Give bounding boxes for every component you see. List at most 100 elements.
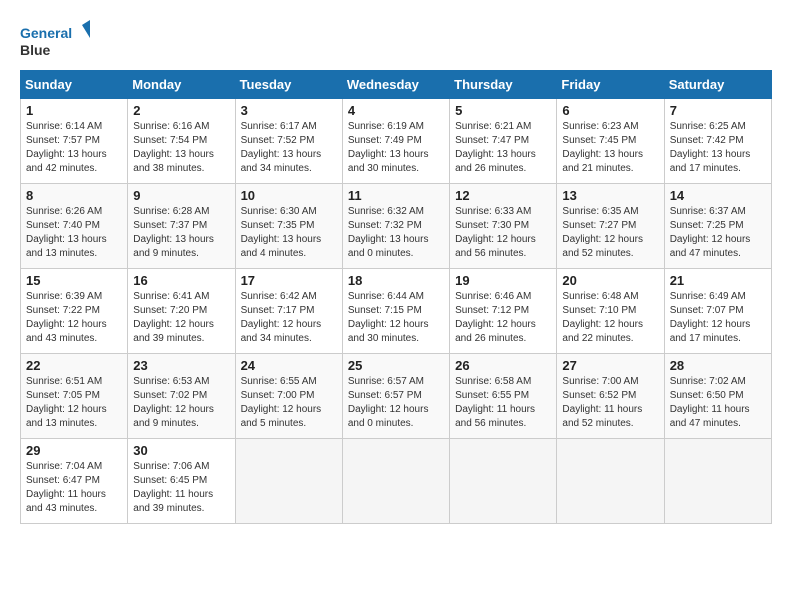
day-number: 23 <box>133 358 229 373</box>
week-row-1: 1 Sunrise: 6:14 AM Sunset: 7:57 PM Daylig… <box>21 99 772 184</box>
week-row-5: 29Sunrise: 7:04 AM Sunset: 6:47 PM Dayli… <box>21 439 772 524</box>
day-number: 27 <box>562 358 658 373</box>
day-number: 14 <box>670 188 766 203</box>
page-header: General Blue <box>20 20 772 60</box>
day-number: 15 <box>26 273 122 288</box>
day-info: Sunrise: 6:53 AM Sunset: 7:02 PM Dayligh… <box>133 375 229 431</box>
day-number: 19 <box>455 273 551 288</box>
day-number: 10 <box>241 188 337 203</box>
day-info: Sunrise: 6:51 AM Sunset: 7:05 PM Dayligh… <box>26 375 122 431</box>
day-info: Sunrise: 6:26 AM Sunset: 7:40 PM Dayligh… <box>26 205 122 261</box>
calendar-cell: 7 Sunrise: 6:25 AM Sunset: 7:42 PM Daylig… <box>664 99 771 184</box>
logo: General Blue <box>20 20 90 60</box>
day-number: 24 <box>241 358 337 373</box>
weekday-header-monday: Monday <box>128 71 235 99</box>
day-number: 6 <box>562 103 658 118</box>
calendar-cell: 23 Sunrise: 6:53 AM Sunset: 7:02 PM Dayli… <box>128 354 235 439</box>
week-row-2: 8Sunrise: 6:26 AM Sunset: 7:40 PM Daylig… <box>21 184 772 269</box>
calendar-cell: 12 Sunrise: 6:33 AM Sunset: 7:30 PM Dayli… <box>450 184 557 269</box>
day-info: Sunrise: 6:37 AM Sunset: 7:25 PM Dayligh… <box>670 205 766 261</box>
week-row-4: 22 Sunrise: 6:51 AM Sunset: 7:05 PM Dayli… <box>21 354 772 439</box>
day-info: Sunrise: 7:02 AM Sunset: 6:50 PM Dayligh… <box>670 375 766 431</box>
calendar-cell: 8Sunrise: 6:26 AM Sunset: 7:40 PM Daylig… <box>21 184 128 269</box>
calendar-cell: 9 Sunrise: 6:28 AM Sunset: 7:37 PM Daylig… <box>128 184 235 269</box>
calendar-cell: 5 Sunrise: 6:21 AM Sunset: 7:47 PM Daylig… <box>450 99 557 184</box>
day-info: Sunrise: 6:14 AM Sunset: 7:57 PM Dayligh… <box>26 120 122 176</box>
day-number: 3 <box>241 103 337 118</box>
day-info: Sunrise: 7:06 AM Sunset: 6:45 PM Dayligh… <box>133 460 229 516</box>
weekday-header-friday: Friday <box>557 71 664 99</box>
calendar-cell: 25Sunrise: 6:57 AM Sunset: 6:57 PM Dayli… <box>342 354 449 439</box>
day-number: 20 <box>562 273 658 288</box>
calendar-cell: 4 Sunrise: 6:19 AM Sunset: 7:49 PM Daylig… <box>342 99 449 184</box>
day-number: 4 <box>348 103 444 118</box>
day-number: 22 <box>26 358 122 373</box>
day-info: Sunrise: 6:16 AM Sunset: 7:54 PM Dayligh… <box>133 120 229 176</box>
day-number: 21 <box>670 273 766 288</box>
weekday-header-saturday: Saturday <box>664 71 771 99</box>
day-number: 9 <box>133 188 229 203</box>
day-info: Sunrise: 6:42 AM Sunset: 7:17 PM Dayligh… <box>241 290 337 346</box>
calendar-cell: 16Sunrise: 6:41 AM Sunset: 7:20 PM Dayli… <box>128 269 235 354</box>
day-info: Sunrise: 6:35 AM Sunset: 7:27 PM Dayligh… <box>562 205 658 261</box>
day-info: Sunrise: 6:39 AM Sunset: 7:22 PM Dayligh… <box>26 290 122 346</box>
day-info: Sunrise: 6:17 AM Sunset: 7:52 PM Dayligh… <box>241 120 337 176</box>
calendar-cell: 1 Sunrise: 6:14 AM Sunset: 7:57 PM Daylig… <box>21 99 128 184</box>
day-info: Sunrise: 6:33 AM Sunset: 7:30 PM Dayligh… <box>455 205 551 261</box>
calendar-cell: 30 Sunrise: 7:06 AM Sunset: 6:45 PM Dayli… <box>128 439 235 524</box>
day-info: Sunrise: 6:25 AM Sunset: 7:42 PM Dayligh… <box>670 120 766 176</box>
calendar-table: SundayMondayTuesdayWednesdayThursdayFrid… <box>20 70 772 524</box>
day-number: 5 <box>455 103 551 118</box>
calendar-cell: 22 Sunrise: 6:51 AM Sunset: 7:05 PM Dayli… <box>21 354 128 439</box>
svg-text:General: General <box>20 25 72 41</box>
calendar-cell: 29Sunrise: 7:04 AM Sunset: 6:47 PM Dayli… <box>21 439 128 524</box>
day-number: 2 <box>133 103 229 118</box>
day-info: Sunrise: 6:21 AM Sunset: 7:47 PM Dayligh… <box>455 120 551 176</box>
day-info: Sunrise: 6:30 AM Sunset: 7:35 PM Dayligh… <box>241 205 337 261</box>
day-info: Sunrise: 6:58 AM Sunset: 6:55 PM Dayligh… <box>455 375 551 431</box>
day-number: 7 <box>670 103 766 118</box>
calendar-cell: 24Sunrise: 6:55 AM Sunset: 7:00 PM Dayli… <box>235 354 342 439</box>
calendar-cell <box>557 439 664 524</box>
day-number: 30 <box>133 443 229 458</box>
weekday-header-thursday: Thursday <box>450 71 557 99</box>
day-info: Sunrise: 6:46 AM Sunset: 7:12 PM Dayligh… <box>455 290 551 346</box>
day-number: 18 <box>348 273 444 288</box>
week-row-3: 15 Sunrise: 6:39 AM Sunset: 7:22 PM Dayli… <box>21 269 772 354</box>
day-number: 16 <box>133 273 229 288</box>
calendar-cell: 27Sunrise: 7:00 AM Sunset: 6:52 PM Dayli… <box>557 354 664 439</box>
calendar-cell: 2 Sunrise: 6:16 AM Sunset: 7:54 PM Daylig… <box>128 99 235 184</box>
weekday-header-tuesday: Tuesday <box>235 71 342 99</box>
day-info: Sunrise: 6:19 AM Sunset: 7:49 PM Dayligh… <box>348 120 444 176</box>
calendar-cell: 15 Sunrise: 6:39 AM Sunset: 7:22 PM Dayli… <box>21 269 128 354</box>
calendar-cell: 13 Sunrise: 6:35 AM Sunset: 7:27 PM Dayli… <box>557 184 664 269</box>
weekday-header-row: SundayMondayTuesdayWednesdayThursdayFrid… <box>21 71 772 99</box>
weekday-header-sunday: Sunday <box>21 71 128 99</box>
calendar-cell: 18 Sunrise: 6:44 AM Sunset: 7:15 PM Dayli… <box>342 269 449 354</box>
weekday-header-wednesday: Wednesday <box>342 71 449 99</box>
day-number: 17 <box>241 273 337 288</box>
day-info: Sunrise: 6:44 AM Sunset: 7:15 PM Dayligh… <box>348 290 444 346</box>
day-info: Sunrise: 6:23 AM Sunset: 7:45 PM Dayligh… <box>562 120 658 176</box>
calendar-cell: 28 Sunrise: 7:02 AM Sunset: 6:50 PM Dayli… <box>664 354 771 439</box>
calendar-cell: 3 Sunrise: 6:17 AM Sunset: 7:52 PM Daylig… <box>235 99 342 184</box>
day-number: 25 <box>348 358 444 373</box>
calendar-cell <box>235 439 342 524</box>
day-number: 1 <box>26 103 122 118</box>
calendar-cell: 20Sunrise: 6:48 AM Sunset: 7:10 PM Dayli… <box>557 269 664 354</box>
calendar-cell <box>342 439 449 524</box>
calendar-cell: 19 Sunrise: 6:46 AM Sunset: 7:12 PM Dayli… <box>450 269 557 354</box>
calendar-cell: 11Sunrise: 6:32 AM Sunset: 7:32 PM Dayli… <box>342 184 449 269</box>
day-info: Sunrise: 6:28 AM Sunset: 7:37 PM Dayligh… <box>133 205 229 261</box>
logo-svg: General Blue <box>20 20 90 60</box>
calendar-cell <box>450 439 557 524</box>
calendar-cell <box>664 439 771 524</box>
day-number: 13 <box>562 188 658 203</box>
calendar-cell: 14 Sunrise: 6:37 AM Sunset: 7:25 PM Dayli… <box>664 184 771 269</box>
calendar-cell: 26Sunrise: 6:58 AM Sunset: 6:55 PM Dayli… <box>450 354 557 439</box>
svg-text:Blue: Blue <box>20 42 51 58</box>
day-number: 28 <box>670 358 766 373</box>
calendar-cell: 21Sunrise: 6:49 AM Sunset: 7:07 PM Dayli… <box>664 269 771 354</box>
day-number: 12 <box>455 188 551 203</box>
calendar-cell: 17 Sunrise: 6:42 AM Sunset: 7:17 PM Dayli… <box>235 269 342 354</box>
